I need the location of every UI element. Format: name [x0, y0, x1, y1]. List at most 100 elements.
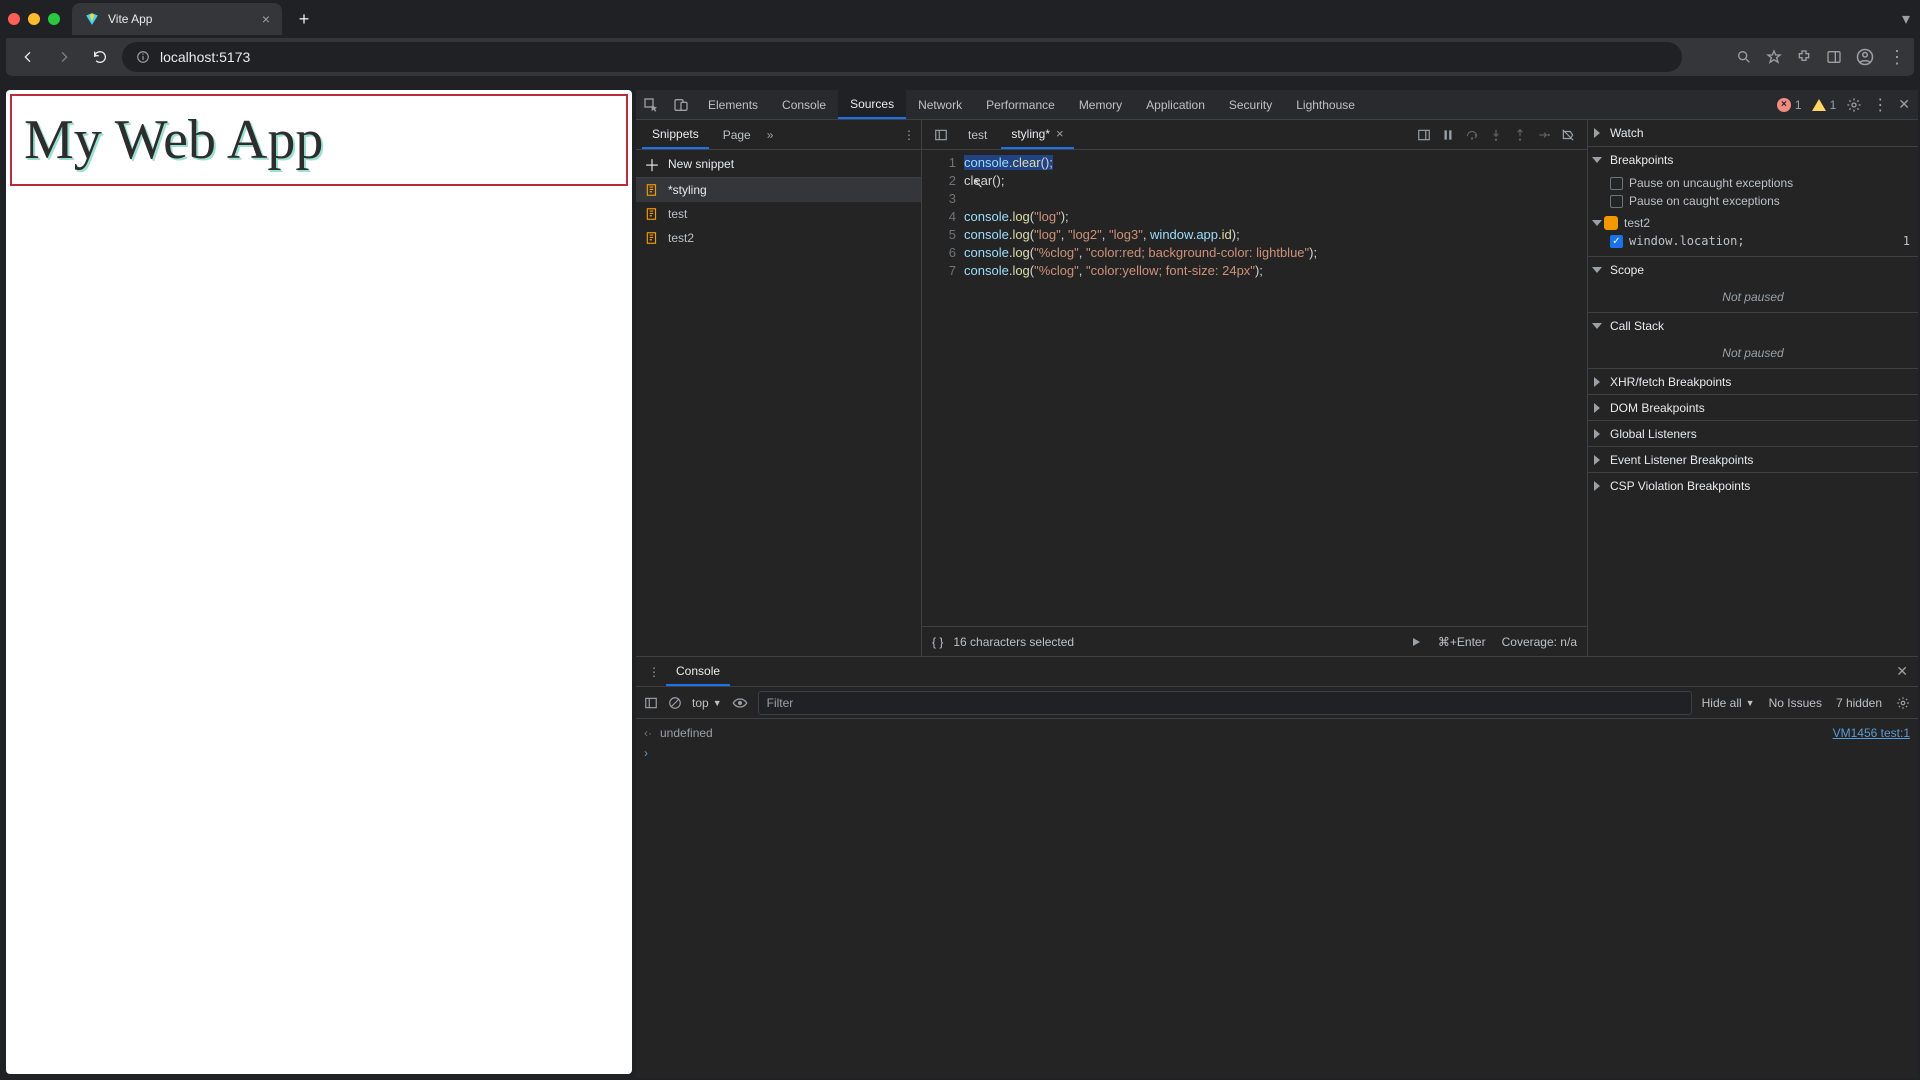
navigator-tab-page[interactable]: Page: [713, 120, 761, 149]
console-sidebar-icon[interactable]: [644, 696, 658, 710]
error-count[interactable]: ×1: [1777, 98, 1802, 112]
address-bar[interactable]: localhost:5173: [122, 42, 1682, 72]
tab-performance[interactable]: Performance: [974, 90, 1067, 119]
warning-count[interactable]: 1: [1812, 98, 1837, 112]
editor-tab-styling[interactable]: styling* ×: [1001, 120, 1073, 149]
chevron-down-icon: [1592, 267, 1602, 273]
devtools-settings-icon[interactable]: [1846, 97, 1862, 113]
section-breakpoints[interactable]: Breakpoints: [1588, 146, 1918, 172]
page-viewport: My Web App: [6, 90, 632, 1074]
chevron-right-icon: [1594, 429, 1600, 439]
live-expression-icon[interactable]: [732, 695, 748, 711]
toggle-debugger-icon[interactable]: [1417, 128, 1431, 142]
console-prompt[interactable]: ›: [644, 743, 1910, 763]
code-editor[interactable]: 1234567 console.clear(); clear(); consol…: [922, 150, 1587, 626]
window-maximize-button[interactable]: [48, 13, 60, 25]
device-toggle-icon[interactable]: [666, 90, 696, 119]
section-xhr-breakpoints[interactable]: XHR/fetch Breakpoints: [1588, 368, 1918, 394]
inspect-element-icon[interactable]: [636, 90, 666, 119]
forward-button[interactable]: [50, 43, 78, 71]
section-watch[interactable]: Watch: [1588, 120, 1918, 146]
window-controls: [8, 13, 60, 25]
hidden-count[interactable]: 7 hidden: [1836, 696, 1882, 710]
extensions-icon[interactable]: [1796, 49, 1812, 65]
devtools-more-icon[interactable]: ⋮: [1872, 95, 1888, 115]
drawer-tab-console[interactable]: Console: [666, 657, 730, 686]
tab-network[interactable]: Network: [906, 90, 974, 119]
step-into-icon[interactable]: [1489, 128, 1503, 142]
section-callstack[interactable]: Call Stack: [1588, 312, 1918, 338]
drawer-more-icon[interactable]: ⋮: [642, 665, 666, 679]
section-global-listeners[interactable]: Global Listeners: [1588, 420, 1918, 446]
tab-security[interactable]: Security: [1217, 90, 1284, 119]
editor-tab-close-icon[interactable]: ×: [1056, 126, 1064, 141]
console-drawer: ⋮ Console ✕ top▼ Filter Hide all▼ No Iss…: [636, 656, 1918, 1078]
deactivate-breakpoints-icon[interactable]: [1561, 128, 1575, 142]
clear-console-icon[interactable]: [668, 696, 682, 710]
snippet-item-test[interactable]: test: [636, 202, 921, 226]
console-source-link[interactable]: VM1456 test:1: [1833, 726, 1910, 740]
drawer-close-icon[interactable]: ✕: [1896, 663, 1912, 680]
run-snippet-icon[interactable]: [1410, 636, 1422, 648]
chevron-right-icon: [1594, 455, 1600, 465]
tab-sources[interactable]: Sources: [838, 90, 906, 119]
window-close-button[interactable]: [8, 13, 20, 25]
breakpoint-item[interactable]: ✓window.location; 1: [1610, 234, 1910, 248]
snippet-item-test2[interactable]: test2: [636, 226, 921, 250]
sources-editor-pane: test styling* × 1234567 console.clea: [922, 120, 1588, 656]
section-dom-breakpoints[interactable]: DOM Breakpoints: [1588, 394, 1918, 420]
navigator-tab-snippets[interactable]: Snippets: [642, 120, 709, 149]
tab-close-icon[interactable]: ×: [262, 11, 270, 27]
chevron-down-icon: ▼: [1746, 698, 1755, 708]
braces-icon[interactable]: { }: [932, 635, 943, 649]
step-icon[interactable]: [1537, 128, 1551, 142]
sidepanel-icon[interactable]: [1826, 49, 1842, 65]
coverage-label[interactable]: Coverage: n/a: [1502, 635, 1577, 649]
reload-button[interactable]: [86, 43, 114, 71]
new-snippet-button[interactable]: ＋ New snippet: [636, 150, 921, 178]
context-selector[interactable]: top▼: [692, 696, 722, 710]
site-info-icon[interactable]: [134, 48, 152, 66]
tabstrip-chevron-icon[interactable]: ▾: [1902, 9, 1910, 29]
console-row[interactable]: ‹· undefined VM1456 test:1: [644, 723, 1910, 743]
browser-tab[interactable]: Vite App ×: [72, 3, 282, 35]
section-csp-breakpoints[interactable]: CSP Violation Breakpoints: [1588, 472, 1918, 498]
checkbox-checked-icon[interactable]: ✓: [1610, 235, 1623, 248]
tab-console[interactable]: Console: [770, 90, 838, 119]
editor-tab-test[interactable]: test: [958, 120, 997, 149]
console-output[interactable]: ‹· undefined VM1456 test:1 ›: [636, 719, 1918, 1078]
chevron-right-icon: [1594, 377, 1600, 387]
editor-code[interactable]: console.clear(); clear(); console.log("l…: [964, 150, 1317, 626]
section-scope[interactable]: Scope: [1588, 256, 1918, 282]
console-settings-icon[interactable]: [1896, 696, 1910, 710]
pause-icon[interactable]: [1441, 128, 1455, 142]
log-levels-selector[interactable]: Hide all▼: [1702, 696, 1755, 710]
back-button[interactable]: [14, 43, 42, 71]
tab-elements[interactable]: Elements: [696, 90, 770, 119]
overflow-menu-icon[interactable]: ⋮: [1888, 48, 1906, 66]
toggle-navigator-icon[interactable]: [928, 120, 954, 149]
issues-button[interactable]: No Issues: [1769, 696, 1822, 710]
bookmark-icon[interactable]: [1766, 49, 1782, 65]
step-out-icon[interactable]: [1513, 128, 1527, 142]
navigator-more-icon[interactable]: ⋮: [903, 128, 915, 142]
new-tab-button[interactable]: +: [290, 5, 318, 33]
window-minimize-button[interactable]: [28, 13, 40, 25]
tab-application[interactable]: Application: [1134, 90, 1217, 119]
pause-caught-checkbox[interactable]: Pause on caught exceptions: [1610, 194, 1910, 208]
callstack-not-paused: Not paused: [1588, 338, 1918, 368]
snippet-item-styling[interactable]: *styling: [636, 178, 921, 202]
profile-icon[interactable]: [1856, 48, 1874, 66]
zoom-icon[interactable]: [1736, 49, 1752, 65]
console-filter-input[interactable]: Filter: [758, 691, 1692, 715]
section-event-breakpoints[interactable]: Event Listener Breakpoints: [1588, 446, 1918, 472]
devtools-close-icon[interactable]: ✕: [1898, 96, 1910, 113]
sources-navigator: Snippets Page » ⋮ ＋ New snippet *styling…: [636, 120, 922, 656]
tab-lighthouse[interactable]: Lighthouse: [1284, 90, 1367, 119]
navigator-overflow-icon[interactable]: »: [767, 128, 774, 142]
breakpoint-group[interactable]: test2: [1594, 216, 1910, 230]
tab-memory[interactable]: Memory: [1067, 90, 1134, 119]
snippet-list: *styling test test2: [636, 178, 921, 656]
pause-uncaught-checkbox[interactable]: Pause on uncaught exceptions: [1610, 176, 1910, 190]
step-over-icon[interactable]: [1465, 128, 1479, 142]
